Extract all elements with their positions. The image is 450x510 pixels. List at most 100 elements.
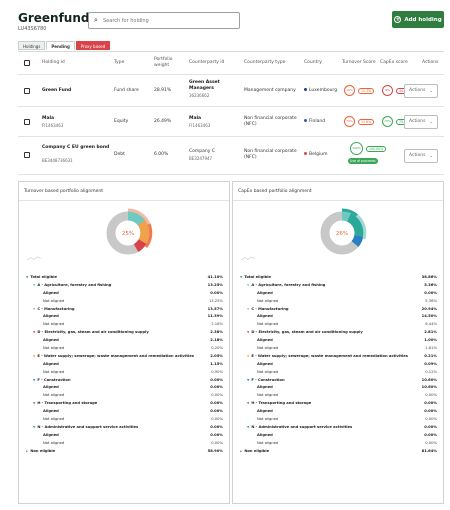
breakdown-label: Aligned bbox=[257, 313, 273, 321]
country-dot-icon bbox=[304, 152, 307, 155]
table-row[interactable]: Green Fund Fund share 28.91% Green Asset… bbox=[18, 75, 444, 107]
breakdown-row[interactable]: ▼ C - Manufacturing 20.94% bbox=[233, 306, 443, 314]
breakdown-row[interactable]: ▶ Non eligible 61.64% bbox=[233, 448, 443, 456]
breakdown-label-text: Not aligned bbox=[43, 417, 65, 422]
breakdown-subrow: Not aligned 0.00% bbox=[19, 416, 229, 424]
breakdown-label-text: Aligned bbox=[43, 361, 59, 366]
row-checkbox[interactable] bbox=[24, 88, 30, 94]
expand-toggle-icon[interactable]: ▼ bbox=[247, 329, 249, 337]
breakdown-row[interactable]: ▼ Total eligible 41.10% bbox=[19, 274, 229, 282]
breakdown-value: 13.25% bbox=[207, 282, 223, 287]
breakdown-label: ▼ F - Construction bbox=[33, 377, 71, 385]
expand-toggle-icon[interactable]: ▼ bbox=[247, 353, 249, 361]
table-row[interactable]: Mala FI1463463 Equity 26.49% Mala FI1463… bbox=[18, 107, 444, 137]
breakdown-label: ▼ D - Electricity, gas, steam and air con… bbox=[33, 329, 149, 337]
expand-toggle-icon[interactable]: ▼ bbox=[247, 400, 249, 408]
breakdown-row[interactable]: ▼ E - Water supply; sewerage; waste manag… bbox=[19, 353, 229, 361]
donut-slice-manufacturing[interactable] bbox=[137, 220, 150, 244]
expand-toggle-icon[interactable]: ▼ bbox=[33, 377, 35, 385]
turnover-score-pill: 11.6% bbox=[358, 118, 375, 125]
breakdown-row[interactable]: ▼ F - Construction 10.60% bbox=[233, 377, 443, 385]
col-country[interactable]: Country bbox=[304, 60, 322, 66]
col-turnover-score[interactable]: Turnover Score bbox=[342, 60, 376, 66]
tab-proxy-based[interactable]: Proxy based bbox=[75, 41, 111, 50]
counterparty-type-line-2: (NFC) bbox=[244, 155, 257, 160]
breakdown-row[interactable]: ▼ C - Manufacturing 13.57% bbox=[19, 306, 229, 314]
breakdown-label: ▼ C - Manufacturing bbox=[33, 306, 75, 314]
turnover-score-ring: 70% bbox=[344, 116, 355, 127]
breakdown-label-text: Aligned bbox=[43, 314, 59, 319]
donut-slice-agriculture[interactable] bbox=[341, 211, 351, 222]
add-holding-label: Add holding bbox=[404, 16, 442, 23]
turnover-donut-chart[interactable]: 25% bbox=[102, 207, 154, 259]
breakdown-label: Not aligned bbox=[43, 440, 64, 448]
donut-slice-electricity[interactable] bbox=[133, 239, 147, 252]
table-row[interactable]: Company C EU green bond BE3448736631 Deb… bbox=[18, 137, 444, 175]
expand-toggle-icon[interactable]: ▼ bbox=[33, 353, 35, 361]
actions-dropdown[interactable]: Actions ⌄ bbox=[404, 84, 438, 98]
tab-holdings[interactable]: Holdings bbox=[18, 41, 46, 50]
expand-toggle-icon[interactable]: ▼ bbox=[247, 282, 249, 290]
expand-toggle-icon[interactable]: ▼ bbox=[33, 400, 35, 408]
col-capex-score[interactable]: CapEx score bbox=[380, 60, 408, 66]
breakdown-value: 0.00% bbox=[210, 385, 223, 390]
breakdown-row[interactable]: ▼ F - Construction 0.00% bbox=[19, 377, 229, 385]
breakdown-label-text: F - Construction bbox=[37, 377, 71, 382]
expand-toggle-icon[interactable]: ▼ bbox=[26, 274, 28, 282]
breakdown-label: Aligned bbox=[43, 384, 59, 392]
breakdown-row[interactable]: ▼ E - Water supply; sewerage; waste manag… bbox=[233, 353, 443, 361]
search-input[interactable] bbox=[103, 16, 233, 26]
search-box[interactable]: ⌕ bbox=[88, 12, 240, 29]
breakdown-row[interactable]: ▼ A - Agriculture, forestry and fishing 5.… bbox=[233, 282, 443, 290]
breakdown-row[interactable]: ▼ H - Transporting and storage 0.00% bbox=[19, 400, 229, 408]
select-all-checkbox[interactable] bbox=[24, 60, 30, 66]
expand-toggle-icon[interactable]: ▶ bbox=[240, 448, 242, 456]
actions-dropdown[interactable]: Actions ⌄ bbox=[404, 149, 438, 163]
breakdown-subrow: Aligned 1.15% bbox=[19, 361, 229, 369]
breakdown-row[interactable]: ▼ D - Electricity, gas, steam and air con… bbox=[19, 329, 229, 337]
expand-toggle-icon[interactable]: ▼ bbox=[247, 306, 249, 314]
breakdown-row[interactable]: ▼ H - Transporting and storage 0.00% bbox=[233, 400, 443, 408]
breakdown-label: Aligned bbox=[257, 432, 273, 440]
breakdown-value: 0.21% bbox=[424, 353, 437, 358]
breakdown-value: 0.00% bbox=[210, 401, 223, 406]
breakdown-value: 2.05% bbox=[210, 353, 223, 358]
col-counterparty-id[interactable]: Counterparty id bbox=[189, 60, 224, 66]
breakdown-row[interactable]: ▼ N - Administrative and support service … bbox=[19, 424, 229, 432]
actions-dropdown[interactable]: Actions ⌄ bbox=[404, 115, 438, 129]
breakdown-label: Aligned bbox=[257, 384, 273, 392]
breakdown-label: ▼ E - Water supply; sewerage; waste manag… bbox=[247, 353, 408, 361]
col-counterparty-type[interactable]: Counterparty type bbox=[244, 60, 285, 66]
breakdown-subrow: Not aligned 0.00% bbox=[233, 416, 443, 424]
capex-donut-chart[interactable]: 26% bbox=[316, 207, 368, 259]
breakdown-value: 0.00% bbox=[211, 417, 223, 422]
country-dot-icon bbox=[304, 88, 307, 91]
add-holding-button[interactable]: + Add holding bbox=[392, 11, 444, 28]
breakdown-row[interactable]: ▼ A - Agriculture, forestry and fishing 13… bbox=[19, 282, 229, 290]
row-checkbox[interactable] bbox=[24, 152, 30, 158]
row-checkbox[interactable] bbox=[24, 119, 30, 125]
breakdown-subrow: Not aligned 0.00% bbox=[19, 440, 229, 448]
expand-toggle-icon[interactable]: ▼ bbox=[247, 377, 249, 385]
col-holding-id[interactable]: Holding id bbox=[42, 60, 65, 66]
fund-header: Greenfund LU43S6780 ⌕ + Add holding bbox=[14, 8, 444, 38]
expand-toggle-icon[interactable]: ▼ bbox=[33, 306, 35, 314]
tab-pending[interactable]: Pending bbox=[46, 41, 75, 50]
breakdown-label: ▼ N - Administrative and support service … bbox=[247, 424, 352, 432]
breakdown-row[interactable]: ▼ N - Administrative and support service … bbox=[233, 424, 443, 432]
expand-toggle-icon[interactable]: ▶ bbox=[26, 448, 28, 456]
breakdown-value: 61.64% bbox=[421, 448, 437, 453]
expand-toggle-icon[interactable]: ▼ bbox=[240, 274, 242, 282]
expand-toggle-icon[interactable]: ▼ bbox=[33, 282, 35, 290]
expand-toggle-icon[interactable]: ▼ bbox=[33, 329, 35, 337]
breakdown-subrow: Aligned 10.60% bbox=[233, 384, 443, 392]
breakdown-value: 5.36% bbox=[425, 298, 437, 303]
breakdown-row[interactable]: ▼ Total eligible 38.86% bbox=[233, 274, 443, 282]
breakdown-label-text: D - Electricity, gas, steam and air cond… bbox=[37, 330, 149, 335]
breakdown-row[interactable]: ▶ Non eligible 58.90% bbox=[19, 448, 229, 456]
donut-slice-construction[interactable] bbox=[351, 234, 364, 247]
expand-toggle-icon[interactable]: ▼ bbox=[33, 424, 35, 432]
col-type[interactable]: Type bbox=[114, 60, 124, 66]
expand-toggle-icon[interactable]: ▼ bbox=[247, 424, 249, 432]
breakdown-row[interactable]: ▼ D - Electricity, gas, steam and air con… bbox=[233, 329, 443, 337]
